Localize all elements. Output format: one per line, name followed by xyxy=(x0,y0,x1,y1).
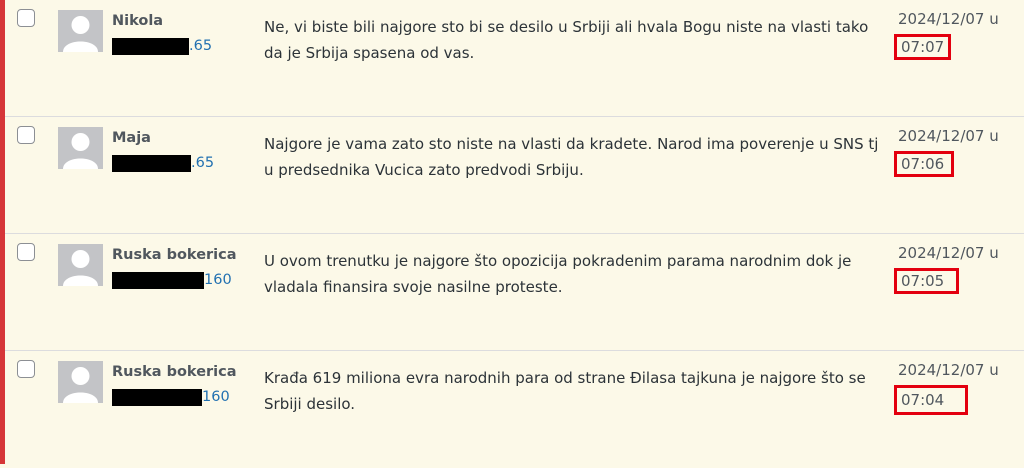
comment-text: Ne, vi biste bili najgore sto bi se desi… xyxy=(264,18,869,62)
select-checkbox[interactable] xyxy=(17,126,35,144)
select-checkbox[interactable] xyxy=(17,9,35,27)
comment-time[interactable]: 07:06 xyxy=(894,151,954,177)
comment-time[interactable]: 07:05 xyxy=(894,268,959,294)
redacted-ip-block xyxy=(112,388,202,406)
comment-row: Ruska bokerica 160 U ovom trenutku je na… xyxy=(5,234,1024,351)
author-name[interactable]: Ruska bokerica xyxy=(112,247,237,263)
ip-link[interactable]: 160 xyxy=(202,389,230,405)
comment-text: U ovom trenutku je najgore što opozicija… xyxy=(264,252,852,296)
avatar xyxy=(58,244,103,286)
avatar xyxy=(58,361,103,403)
comment-time[interactable]: 07:04 xyxy=(894,385,968,415)
author-name[interactable]: Maja xyxy=(112,130,151,146)
author-ip: 160 xyxy=(112,270,232,290)
author-ip: .65 xyxy=(112,153,214,173)
select-checkbox[interactable] xyxy=(17,243,35,261)
ip-link[interactable]: .65 xyxy=(191,155,214,171)
redacted-ip-block xyxy=(112,271,204,289)
comment-text: Najgore je vama zato sto niste na vlasti… xyxy=(264,135,879,179)
author-ip: .65 xyxy=(112,36,212,56)
redacted-ip-block xyxy=(112,37,189,55)
comment-row: Nikola .65 Ne, vi biste bili najgore sto… xyxy=(5,0,1024,117)
ip-link[interactable]: 160 xyxy=(204,272,232,288)
comment-row: Maja .65 Najgore je vama zato sto niste … xyxy=(5,117,1024,234)
comment-time[interactable]: 07:07 xyxy=(894,34,951,60)
avatar xyxy=(58,127,103,169)
comment-date[interactable]: 2024/12/07 u xyxy=(898,10,999,28)
comment-text: Krađa 619 miliona evra narodnih para od … xyxy=(264,369,866,413)
redacted-ip-block xyxy=(112,154,191,172)
avatar xyxy=(58,10,103,52)
comment-date[interactable]: 2024/12/07 u xyxy=(898,361,999,379)
ip-link[interactable]: .65 xyxy=(189,38,212,54)
comment-row: Ruska bokerica 160 Krađa 619 miliona evr… xyxy=(5,351,1024,468)
comment-date[interactable]: 2024/12/07 u xyxy=(898,244,999,262)
author-ip: 160 xyxy=(112,387,230,407)
select-checkbox[interactable] xyxy=(17,360,35,378)
author-name[interactable]: Ruska bokerica xyxy=(112,364,237,380)
author-name[interactable]: Nikola xyxy=(112,13,163,29)
comment-date[interactable]: 2024/12/07 u xyxy=(898,127,999,145)
